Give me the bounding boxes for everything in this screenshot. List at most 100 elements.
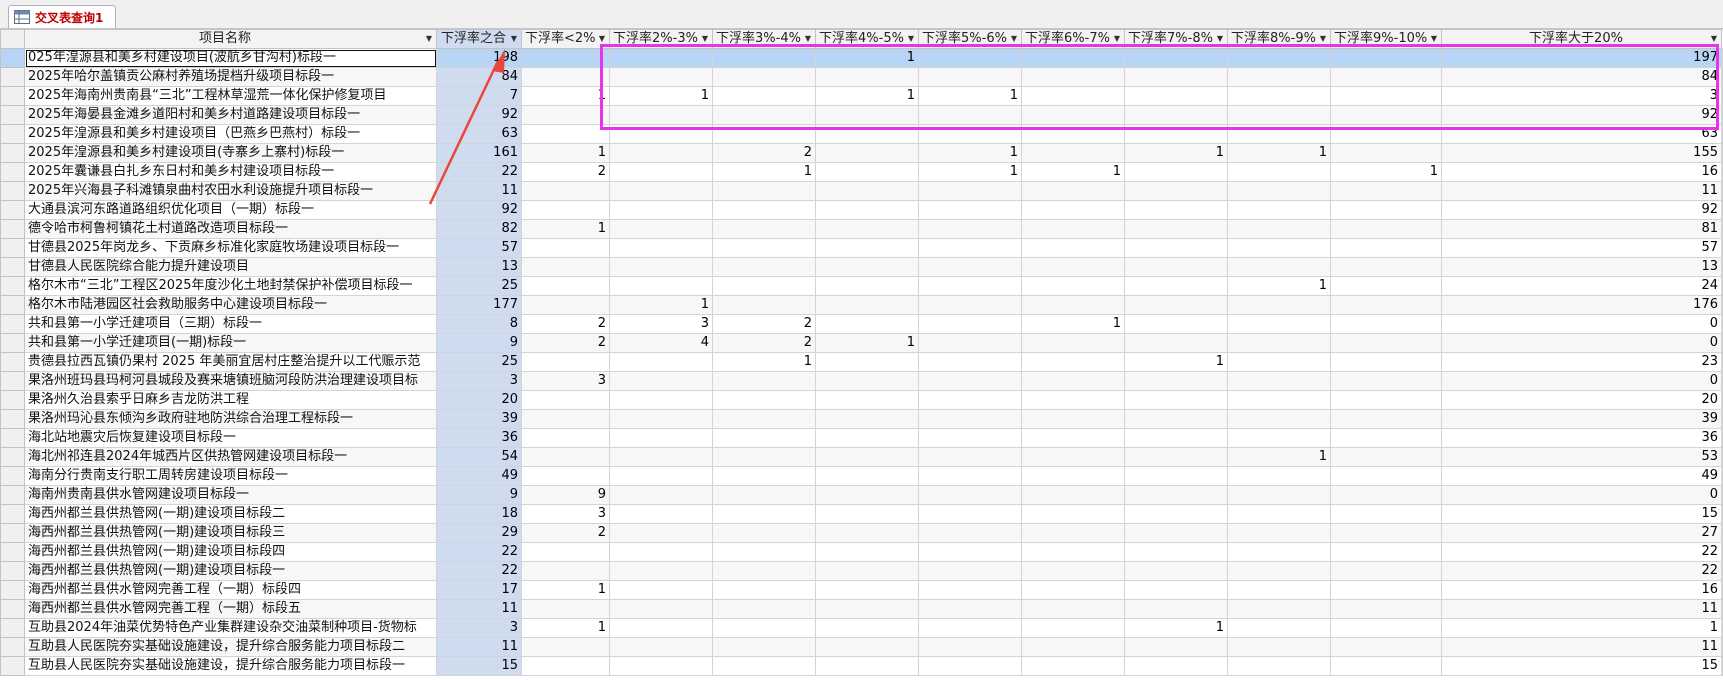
row-selector[interactable] [0,656,25,676]
cell-value[interactable] [918,561,1022,581]
cell-value[interactable]: 1 [815,333,919,353]
row-selector[interactable] [0,67,25,87]
cell-value[interactable]: 1 [918,86,1022,106]
row-selector[interactable] [0,219,25,239]
cell-value[interactable]: 92 [1441,105,1722,125]
cell-value[interactable] [712,295,816,315]
col-header-6-7[interactable]: 下浮率6%-7% ▼ [1021,29,1125,49]
cell-value[interactable]: 20 [1441,390,1722,410]
cell-value[interactable] [521,390,610,410]
table-row[interactable]: 2025年海晏县金滩乡道阳村和美乡村道路建设项目标段一 92 92 [0,105,1723,125]
cell-total[interactable]: 3 [436,618,522,638]
cell-value[interactable] [712,86,816,106]
cell-value[interactable] [712,447,816,467]
cell-value[interactable]: 15 [1441,504,1722,524]
cell-value[interactable] [712,390,816,410]
cell-value[interactable] [1021,143,1125,163]
cell-value[interactable]: 3 [1441,86,1722,106]
cell-total[interactable]: 36 [436,428,522,448]
cell-value[interactable] [815,504,919,524]
cell-total[interactable]: 8 [436,314,522,334]
cell-value[interactable] [1124,86,1228,106]
sort-dropdown-icon[interactable]: ▼ [1217,31,1223,48]
table-row[interactable]: 格尔木市“三北”工程区2025年度沙化土地封禁保护补偿项目标段一 25 1 24 [0,276,1723,296]
cell-value[interactable] [609,542,713,562]
cell-value[interactable] [815,314,919,334]
cell-value[interactable] [1124,200,1228,220]
cell-value[interactable] [1330,143,1442,163]
cell-value[interactable] [712,485,816,505]
cell-value[interactable] [1124,390,1228,410]
row-selector[interactable] [0,276,25,296]
cell-project-name[interactable]: 格尔木市陆港园区社会救助服务中心建设项目标段一 [24,295,437,315]
cell-value[interactable] [918,276,1022,296]
sort-dropdown-icon[interactable]: ▼ [1320,31,1326,48]
cell-value[interactable]: 0 [1441,371,1722,391]
cell-value[interactable] [1330,276,1442,296]
cell-value[interactable] [712,580,816,600]
cell-value[interactable] [521,656,610,676]
cell-value[interactable]: 3 [521,504,610,524]
cell-project-name[interactable]: 甘德县人民医院综合能力提升建设项目 [24,257,437,277]
cell-total[interactable]: 20 [436,390,522,410]
cell-value[interactable]: 1 [1021,314,1125,334]
cell-value[interactable] [918,542,1022,562]
col-header-total[interactable]: 下浮率之合 ▼ [436,29,522,49]
cell-total[interactable]: 25 [436,352,522,372]
cell-value[interactable] [815,561,919,581]
cell-total[interactable]: 161 [436,143,522,163]
cell-value[interactable]: 1 [815,86,919,106]
cell-value[interactable] [1021,447,1125,467]
cell-value[interactable] [815,181,919,201]
cell-total[interactable]: 9 [436,485,522,505]
cell-value[interactable] [1021,371,1125,391]
cell-value[interactable] [712,257,816,277]
cell-value[interactable] [1227,67,1331,87]
cell-value[interactable] [815,200,919,220]
row-selector[interactable] [0,485,25,505]
cell-value[interactable]: 63 [1441,124,1722,144]
cell-value[interactable] [815,523,919,543]
cell-value[interactable] [918,637,1022,657]
cell-value[interactable] [1124,162,1228,182]
table-row[interactable]: 海北站地震灾后恢复建设项目标段一 36 36 [0,428,1723,448]
cell-total[interactable]: 57 [436,238,522,258]
cell-value[interactable] [1021,656,1125,676]
cell-project-name[interactable]: 果洛州班玛县玛柯河县城段及赛来塘镇班脑河段防洪治理建设项目标 [24,371,437,391]
cell-value[interactable] [1330,485,1442,505]
cell-value[interactable] [815,390,919,410]
cell-value[interactable]: 1 [521,219,610,239]
cell-value[interactable] [1227,523,1331,543]
cell-value[interactable] [1124,485,1228,505]
cell-value[interactable]: 1 [712,352,816,372]
cell-total[interactable]: 13 [436,257,522,277]
cell-value[interactable]: 2 [521,333,610,353]
cell-value[interactable]: 81 [1441,219,1722,239]
cell-value[interactable] [609,599,713,619]
cell-value[interactable] [1330,447,1442,467]
sort-dropdown-icon[interactable]: ▼ [511,31,517,48]
cell-value[interactable] [609,580,713,600]
cell-value[interactable] [1227,333,1331,353]
cell-value[interactable]: 2 [712,143,816,163]
cell-value[interactable] [712,637,816,657]
cell-value[interactable] [609,67,713,87]
cell-value[interactable] [1021,295,1125,315]
cell-value[interactable] [1021,105,1125,125]
cell-value[interactable] [815,371,919,391]
cell-value[interactable] [815,618,919,638]
cell-value[interactable] [1330,466,1442,486]
cell-value[interactable] [1330,523,1442,543]
col-header-9-10[interactable]: 下浮率9%-10% ▼ [1330,29,1442,49]
cell-value[interactable] [1330,371,1442,391]
cell-value[interactable]: 4 [609,333,713,353]
cell-value[interactable] [1227,466,1331,486]
cell-value[interactable] [712,124,816,144]
table-row[interactable]: 互助县人民医院夯实基础设施建设，提升综合服务能力项目标段二 11 11 [0,637,1723,657]
cell-value[interactable] [1124,637,1228,657]
cell-total[interactable]: 92 [436,105,522,125]
cell-project-name[interactable]: 2025年哈尔盖镇贡公麻村养殖场提档升级项目标段一 [24,67,437,87]
table-row[interactable]: 共和县第一小学迁建项目（三期）标段一 8 2 3 2 1 0 [0,314,1723,334]
cell-value[interactable] [918,447,1022,467]
col-header-4-5[interactable]: 下浮率4%-5% ▼ [815,29,919,49]
